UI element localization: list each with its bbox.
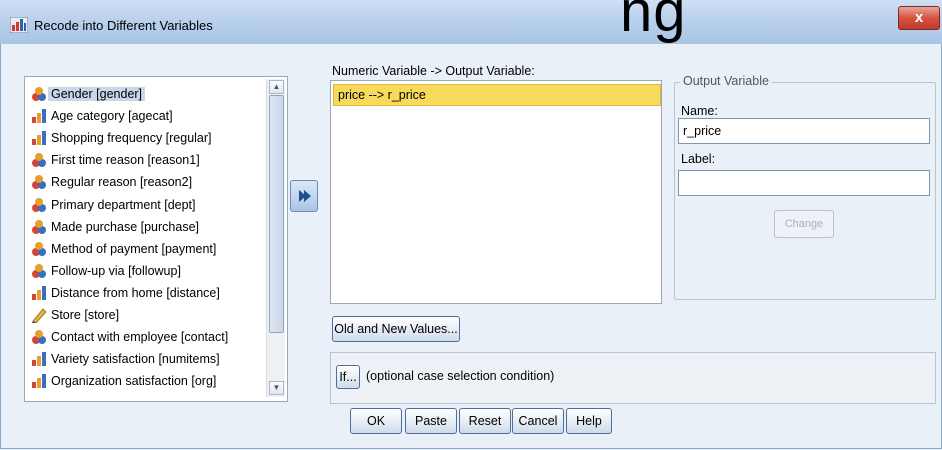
variable-label: Store [store] <box>51 308 120 322</box>
cancel-button[interactable]: Cancel <box>512 408 564 434</box>
variable-list-item[interactable]: Made purchase [purchase] <box>29 216 265 238</box>
label-label: Label: <box>681 152 716 166</box>
change-button[interactable]: Change <box>774 210 834 238</box>
variable-list-item[interactable]: Method of payment [payment] <box>29 238 265 260</box>
nominal-icon <box>31 263 47 279</box>
window-title: Recode into Different Variables <box>34 18 213 33</box>
variable-label: Primary department [dept] <box>51 197 196 212</box>
variable-label: Shopping frequency [regular] <box>51 131 212 146</box>
variable-list-item[interactable]: Store [store] <box>29 304 265 326</box>
variable-label: First time reason [reason1] <box>51 153 200 168</box>
variable-list-item[interactable]: Age category [agecat] <box>29 105 265 127</box>
variable-label: Contact with employee [contact] <box>51 330 229 345</box>
if-button[interactable]: If... <box>336 365 360 389</box>
numeric-variable-label: Numeric Variable -> Output Variable: <box>332 64 535 78</box>
ok-button[interactable]: OK <box>350 408 402 434</box>
source-variable-list[interactable]: Gender [gender] Age category [agecat] Shop… <box>24 76 288 402</box>
variable-list-item[interactable]: First time reason [reason1] <box>29 149 265 171</box>
ordinal-icon <box>31 351 47 367</box>
nominal-icon <box>31 86 47 102</box>
nominal-icon <box>31 197 47 213</box>
move-variable-button[interactable] <box>290 180 318 212</box>
variable-label: Gender [gender] <box>48 87 146 101</box>
variable-list-scrollbar[interactable]: ▲ ▼ <box>266 79 285 397</box>
variable-list-item[interactable]: Gender [gender] <box>29 83 265 105</box>
variable-list-item[interactable]: Variety satisfaction [numitems] <box>29 348 265 370</box>
variable-label: Variety satisfaction [numitems] <box>51 352 220 367</box>
variable-label: Organization satisfaction [org] <box>51 374 217 389</box>
close-button[interactable]: x <box>898 6 940 30</box>
list-item[interactable]: price --> r_price <box>333 84 661 106</box>
variable-label: Age category [agecat] <box>51 109 173 124</box>
output-label-input[interactable] <box>678 170 930 196</box>
output-name-input[interactable]: r_price <box>678 118 930 144</box>
paste-button[interactable]: Paste <box>405 408 457 434</box>
variable-list-item[interactable]: Distance from home [distance] <box>29 282 265 304</box>
if-hint-text: (optional case selection condition) <box>366 369 555 383</box>
variable-list-item[interactable]: Regular reason [reason2] <box>29 171 265 193</box>
old-and-new-values-button[interactable]: Old and New Values... <box>332 316 460 342</box>
ordinal-icon <box>31 108 47 124</box>
ordinal-icon <box>31 130 47 146</box>
scroll-up-icon[interactable]: ▲ <box>269 80 284 94</box>
output-variable-title: Output Variable <box>680 74 772 88</box>
recode-dialog: ng Recode into Different Variables x Gen… <box>0 0 942 450</box>
variable-list-item[interactable]: Primary department [dept] <box>29 194 265 216</box>
title-bar: ng Recode into Different Variables x <box>0 0 942 44</box>
numeric-variable-list[interactable]: price --> r_price <box>330 80 662 304</box>
variable-list-item[interactable]: Contact with employee [contact] <box>29 326 265 348</box>
nominal-icon <box>31 219 47 235</box>
scale-icon <box>31 307 47 324</box>
nominal-icon <box>31 329 47 345</box>
variable-list-item[interactable]: Follow-up via [followup] <box>29 260 265 282</box>
variable-list-item[interactable]: Shopping frequency [regular] <box>29 127 265 149</box>
nominal-icon <box>31 241 47 257</box>
variable-label: Made purchase [purchase] <box>51 219 200 234</box>
nominal-icon <box>31 174 47 190</box>
variable-label: Distance from home [distance] <box>51 285 220 300</box>
recode-app-icon <box>10 17 28 33</box>
name-label: Name: <box>681 104 718 118</box>
ordinal-icon <box>31 373 47 389</box>
scroll-thumb[interactable] <box>269 95 284 333</box>
ordinal-icon <box>31 285 47 301</box>
variable-label: Regular reason [reason2] <box>51 175 193 190</box>
help-button[interactable]: Help <box>566 408 612 434</box>
nominal-icon <box>31 152 47 168</box>
background-heading: ng <box>620 0 687 44</box>
reset-button[interactable]: Reset <box>459 408 511 434</box>
scroll-down-icon[interactable]: ▼ <box>269 381 284 395</box>
variable-label: Method of payment [payment] <box>51 241 217 256</box>
arrow-right-icon <box>299 190 311 202</box>
variable-list-item[interactable]: Organization satisfaction [org] <box>29 370 265 392</box>
variable-label: Follow-up via [followup] <box>51 263 181 278</box>
